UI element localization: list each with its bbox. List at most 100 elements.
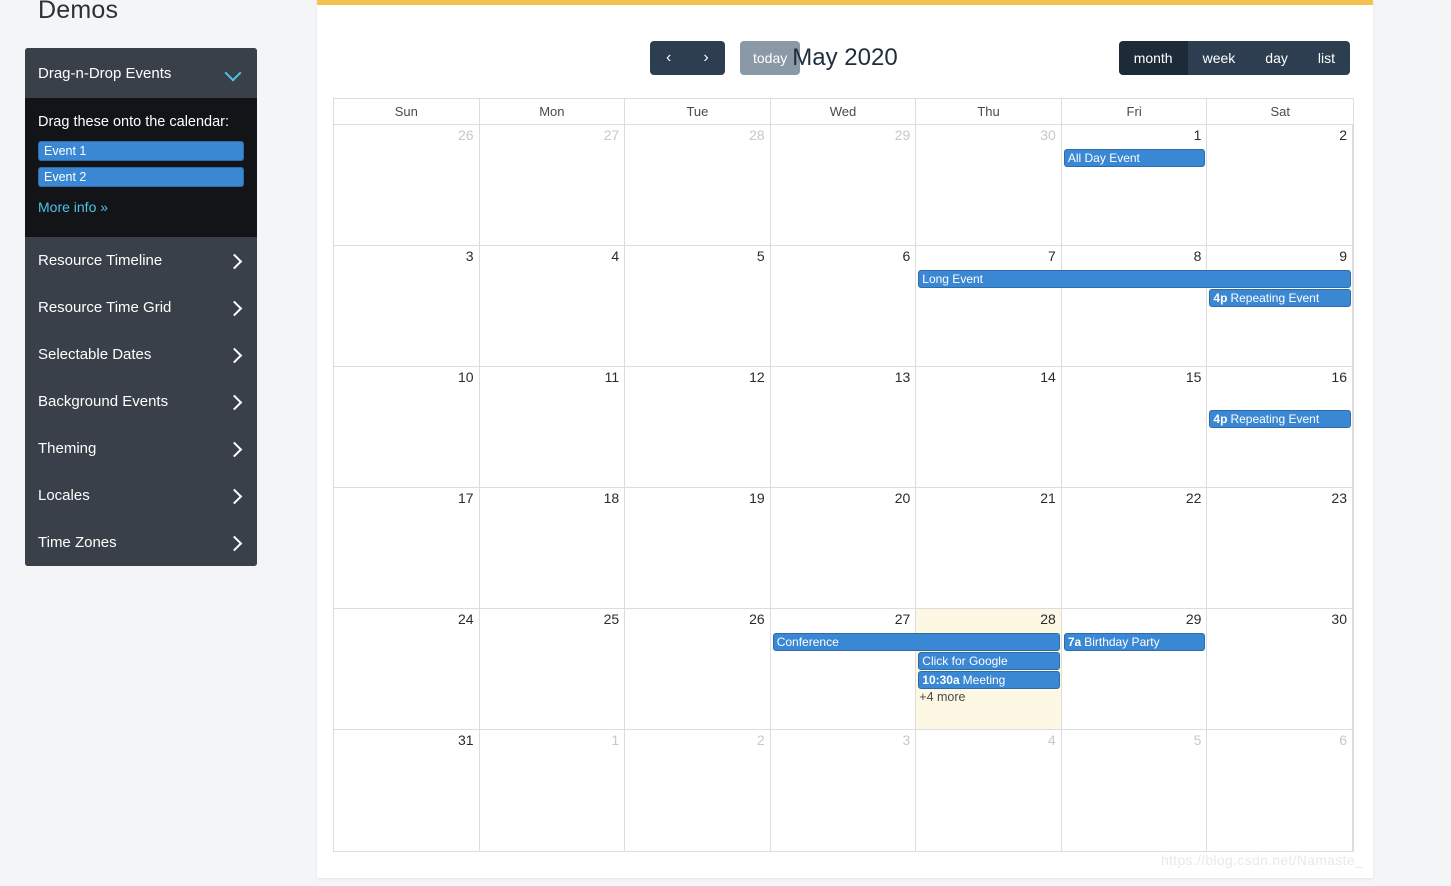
day-cell[interactable]: 26 [625,609,771,729]
day-number[interactable]: 22 [1186,490,1202,506]
calendar-event[interactable]: Conference [772,633,1060,651]
day-number[interactable]: 6 [1339,732,1347,748]
day-cell[interactable]: 31 [334,730,480,851]
day-cell[interactable]: 12 [625,367,771,487]
day-number[interactable]: 28 [1040,611,1056,627]
calendar-event[interactable]: Long Event [918,270,1351,288]
day-cell[interactable]: 1 [479,730,626,851]
day-number[interactable]: 6 [902,248,910,264]
day-cell[interactable]: 29 [1061,609,1208,729]
draggable-event-1[interactable]: Event 1 [38,141,244,161]
day-cell[interactable]: 22 [1061,488,1208,608]
day-number[interactable]: 1 [611,732,619,748]
day-number[interactable]: 15 [1186,369,1202,385]
calendar-event[interactable]: 10:30a Meeting [918,671,1060,689]
day-number[interactable]: 3 [466,248,474,264]
day-cell[interactable]: 27 [770,609,917,729]
day-number[interactable]: 30 [1331,611,1347,627]
draggable-event-2[interactable]: Event 2 [38,167,244,187]
sidebar-item-selectable-dates[interactable]: Selectable Dates [25,331,257,378]
sidebar-item-background-events[interactable]: Background Events [25,378,257,425]
day-cell[interactable]: 2 [1207,125,1353,245]
day-cell[interactable]: 14 [916,367,1062,487]
more-info-link[interactable]: More info » [38,199,108,215]
day-number[interactable]: 4 [611,248,619,264]
day-cell[interactable]: 5 [1061,730,1208,851]
day-number[interactable]: 25 [604,611,620,627]
day-cell[interactable]: 15 [1061,367,1208,487]
day-cell[interactable]: 19 [625,488,771,608]
day-number[interactable]: 31 [458,732,474,748]
day-cell[interactable]: 2 [625,730,771,851]
day-number[interactable]: 14 [1040,369,1056,385]
day-number[interactable]: 12 [749,369,765,385]
day-number[interactable]: 8 [1194,248,1202,264]
calendar-event[interactable]: 4p Repeating Event [1209,289,1351,307]
day-number[interactable]: 21 [1040,490,1056,506]
day-number[interactable]: 2 [757,732,765,748]
day-number[interactable]: 3 [902,732,910,748]
day-number[interactable]: 27 [895,611,911,627]
sidebar-item-resource-time-grid[interactable]: Resource Time Grid [25,284,257,331]
day-cell[interactable]: 26 [334,125,480,245]
day-cell[interactable]: 29 [770,125,917,245]
day-number[interactable]: 7 [1048,248,1056,264]
view-button-list[interactable]: list [1302,41,1350,75]
day-number[interactable]: 10 [458,369,474,385]
day-number[interactable]: 5 [1194,732,1202,748]
sidebar-item-locales[interactable]: Locales [25,472,257,519]
day-number[interactable]: 27 [604,127,620,143]
day-number[interactable]: 9 [1339,248,1347,264]
day-number[interactable]: 5 [757,248,765,264]
day-cell[interactable]: 28 [625,125,771,245]
day-number[interactable]: 26 [749,611,765,627]
day-number[interactable]: 29 [1186,611,1202,627]
day-number[interactable]: 11 [605,369,620,385]
day-cell[interactable]: 3 [770,730,917,851]
day-cell[interactable]: 21 [916,488,1062,608]
day-cell[interactable]: 23 [1207,488,1353,608]
day-number[interactable]: 23 [1331,490,1347,506]
day-cell[interactable]: 7 [916,246,1062,366]
view-button-month[interactable]: month [1118,41,1188,75]
calendar-event[interactable]: All Day Event [1063,149,1206,167]
day-cell[interactable]: 3 [334,246,480,366]
day-number[interactable]: 29 [895,127,911,143]
day-cell[interactable]: 18 [479,488,626,608]
day-number[interactable]: 13 [895,369,911,385]
day-number[interactable]: 20 [895,490,911,506]
day-cell[interactable]: 4 [916,730,1062,851]
day-number[interactable]: 24 [458,611,474,627]
day-cell[interactable]: 20 [770,488,917,608]
day-cell[interactable]: 1 [1061,125,1208,245]
calendar-event[interactable]: 7a Birthday Party [1063,633,1206,651]
calendar-event[interactable]: 4p Repeating Event [1209,410,1351,428]
day-cell[interactable]: 24 [334,609,480,729]
day-number[interactable]: 28 [749,127,765,143]
day-cell[interactable]: 6 [770,246,917,366]
day-cell[interactable]: 5 [625,246,771,366]
calendar-event[interactable]: Click for Google [918,652,1060,670]
day-cell[interactable]: 11 [479,367,626,487]
day-cell[interactable]: 30 [916,125,1062,245]
day-number[interactable]: 16 [1331,369,1347,385]
sidebar-item-resource-timeline[interactable]: Resource Timeline [25,237,257,284]
sidebar-item-time-zones[interactable]: Time Zones [25,519,257,566]
day-cell[interactable]: 27 [479,125,626,245]
day-cell[interactable]: 30 [1207,609,1353,729]
more-events-link[interactable]: +4 more [919,690,965,704]
day-number[interactable]: 2 [1339,127,1347,143]
view-button-week[interactable]: week [1187,41,1251,75]
day-number[interactable]: 19 [749,490,765,506]
day-cell[interactable]: 13 [770,367,917,487]
day-number[interactable]: 1 [1194,127,1202,143]
day-cell[interactable]: 10 [334,367,480,487]
day-cell[interactable]: 6 [1207,730,1353,851]
view-button-day[interactable]: day [1250,41,1303,75]
day-cell[interactable]: 17 [334,488,480,608]
day-cell[interactable]: 8 [1061,246,1208,366]
day-number[interactable]: 18 [604,490,620,506]
sidebar-item-theming[interactable]: Theming [25,425,257,472]
sidebar-item-drag-n-drop-events[interactable]: Drag-n-Drop Events [25,48,257,98]
day-cell[interactable]: 25 [479,609,626,729]
